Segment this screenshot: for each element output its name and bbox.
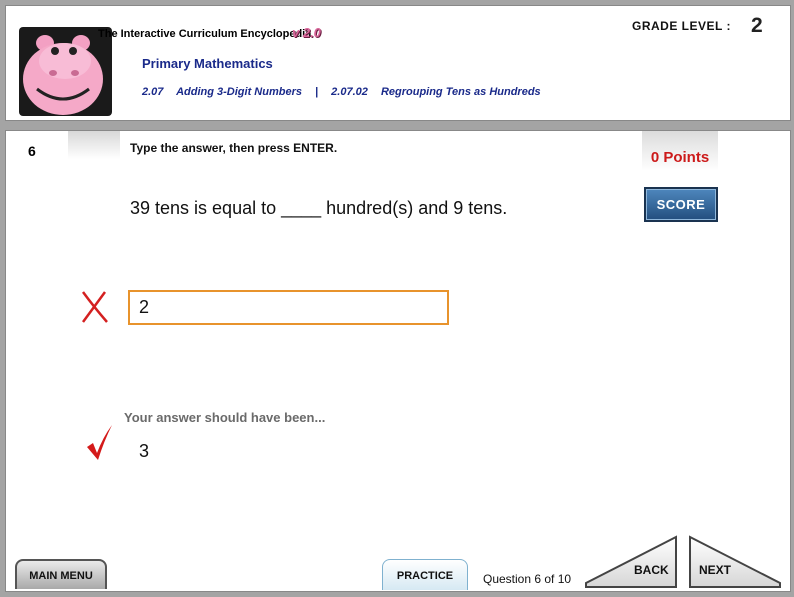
points-display: 0 Points: [650, 149, 710, 166]
next-label: NEXT: [699, 563, 732, 577]
lesson-title: Adding 3-Digit Numbers: [176, 86, 302, 98]
header-panel: The Interactive Curriculum Encyclopedia …: [5, 5, 791, 121]
app-title: The Interactive Curriculum Encyclopedia: [98, 28, 312, 40]
lesson-code: 2.07: [142, 86, 164, 98]
x-mark-icon: [80, 289, 110, 325]
hippo-mascot-icon: [19, 27, 112, 116]
instruction-tab: [68, 131, 120, 159]
answer-input[interactable]: [128, 290, 449, 325]
main-menu-button[interactable]: MAIN MENU: [15, 559, 107, 589]
checkmark-icon: [84, 423, 114, 463]
breadcrumb-separator: |: [315, 86, 319, 98]
question-number: 6: [28, 143, 36, 159]
question-text: 39 tens is equal to ____ hundred(s) and …: [130, 198, 508, 218]
question-progress: Question 6 of 10: [483, 572, 572, 586]
grade-level-label: GRADE LEVEL :: [632, 19, 731, 33]
back-button[interactable]: BACK: [584, 535, 680, 589]
topic-title: Regrouping Tens as Hundreds: [380, 86, 541, 98]
subject-title: Primary Mathematics: [142, 56, 273, 71]
question-panel: 6 Type the answer, then press ENTER. 0 P…: [5, 130, 791, 592]
grade-level-value: 2: [751, 14, 763, 37]
score-button[interactable]: SCORE: [644, 187, 718, 222]
back-label: BACK: [634, 563, 669, 577]
topic-code: 2.07.02: [331, 86, 368, 98]
should-have-been-label: Your answer should have been...: [124, 410, 326, 425]
practice-button[interactable]: PRACTICE: [382, 559, 468, 590]
breadcrumb: 2.07 Adding 3-Digit Numbers | 2.07.02 Re…: [142, 86, 551, 98]
next-button[interactable]: NEXT: [686, 535, 782, 589]
instruction-text: Type the answer, then press ENTER.: [130, 141, 338, 155]
version-badge: v 2.0: [292, 25, 321, 40]
correct-answer: 3: [139, 441, 150, 461]
